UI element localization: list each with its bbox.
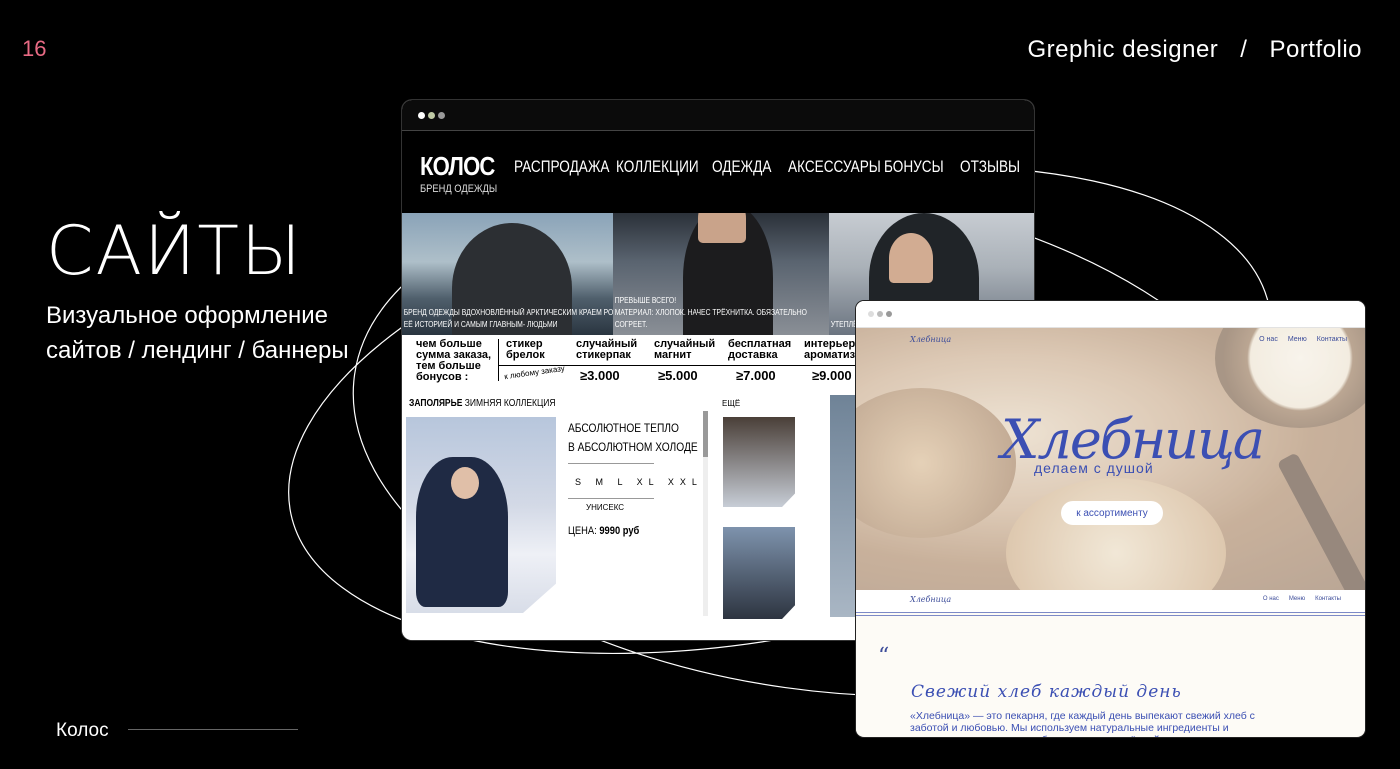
nav-item-menu[interactable]: Меню: [1289, 596, 1305, 602]
nav-item-contacts[interactable]: Контакты: [1317, 336, 1347, 343]
nav-item-contacts[interactable]: Контакты: [1315, 596, 1341, 602]
about-paragraph: «Хлебница» — это пекарня, где каждый ден…: [910, 710, 1255, 737]
header-breadcrumb: Grephic designer / Portfolio: [1028, 36, 1362, 64]
kolos-navbar: КОЛОС БРЕНД ОДЕЖДЫ РАСПРОДАЖА КОЛЛЕКЦИИ …: [402, 131, 1034, 213]
bonus-tier-value: ≥9.000: [812, 368, 852, 383]
hlebnitsa-logo-small[interactable]: Хлебница: [910, 595, 951, 604]
hlebnitsa-nav: О нас Меню Контакты: [1249, 336, 1347, 343]
about-heading: Свежий хлеб каждый день: [911, 682, 1182, 702]
more-label: ЕЩЁ: [722, 399, 741, 408]
footer-project-label: Колос: [56, 720, 109, 741]
subtitle-line-1: Визуальное оформление: [46, 302, 328, 329]
nav-item-collections[interactable]: КОЛЛЕКЦИИ: [616, 157, 699, 177]
hlebnitsa-about: “ Свежий хлеб каждый день «Хлебница» — э…: [856, 616, 1365, 737]
bonus-tier-label: случайный магнит: [654, 338, 716, 361]
scrollbar[interactable]: [703, 411, 708, 616]
bonus-tier-value: к любому заказу: [503, 363, 566, 382]
quote-icon: “: [878, 644, 890, 669]
product-thumbnail[interactable]: [723, 417, 795, 507]
bonus-tier-value: ≥5.000: [658, 368, 698, 383]
hlebnitsa-logo-small[interactable]: Хлебница: [910, 335, 951, 344]
browser-chrome: [402, 100, 1034, 131]
window-controls: [418, 112, 445, 119]
nav-item-sale[interactable]: РАСПРОДАЖА: [514, 157, 610, 177]
hero-caption: БРЕНД ОДЕЖДЫ ВДОХНОВЛЁННЫЙ АРКТИЧЕСКИМ К…: [403, 308, 613, 329]
nav-item-about[interactable]: О нас: [1259, 336, 1278, 343]
collection-heading: ЗАПОЛЯРЬЕ ЗИМНЯЯ КОЛЛЕКЦИЯ: [409, 398, 556, 409]
product-photo[interactable]: [406, 417, 556, 613]
window-dot-icon: [877, 311, 883, 317]
page-number: 16: [22, 36, 47, 61]
product-price: ЦЕНА: 9990 руб: [568, 525, 640, 537]
bonus-tier-value: ≥3.000: [580, 368, 620, 383]
nav-item-reviews[interactable]: ОТЗЫВЫ: [960, 157, 1020, 177]
window-dot-icon: [418, 112, 425, 119]
window-dot-icon: [886, 311, 892, 317]
page-subtitle: Визуальное оформление сайтов / лендинг /…: [46, 298, 349, 368]
hero-caption: ПРЕВЫШЕ ВСЕГО! МАТЕРИАЛ: ХЛОПОК. НАЧЕС Т…: [614, 296, 807, 329]
hlebnitsa-secondary-nav: Хлебница О нас Меню Контакты: [856, 590, 1365, 613]
window-dot-icon: [428, 112, 435, 119]
hlebnitsa-hero: Хлебница О нас Меню Контакты Хлебница дела…: [856, 328, 1365, 590]
hlebnitsa-tagline: делаем с душой: [1034, 460, 1154, 476]
nav-item-about[interactable]: О нас: [1263, 596, 1279, 602]
window-controls: [868, 311, 892, 317]
bonus-tier-label: стикер брелок: [506, 338, 545, 361]
kolos-logo-subtitle: БРЕНД ОДЕЖДЫ: [420, 183, 498, 195]
subtitle-line-2: сайтов / лендинг / баннеры: [46, 337, 349, 364]
unisex-label: УНИСЕКС: [586, 503, 625, 512]
size-selector[interactable]: S M L XL XXL: [575, 477, 703, 487]
header-separator: /: [1240, 36, 1248, 63]
product-description: АБСОЛЮТНОЕ ТЕПЛО В АБСОЛЮТНОМ ХОЛОДЕ: [568, 421, 698, 454]
browser-chrome: [856, 301, 1365, 328]
bonus-tier-value: ≥7.000: [736, 368, 776, 383]
bonus-intro: чем больше сумма заказа, тем больше бону…: [416, 338, 492, 383]
bonus-tier-label: случайный стикерпак: [576, 338, 638, 361]
nav-item-menu[interactable]: Меню: [1288, 336, 1307, 343]
window-dot-icon: [438, 112, 445, 119]
header-section: Portfolio: [1269, 36, 1362, 63]
nav-item-bonuses[interactable]: БОНУСЫ: [884, 157, 944, 177]
header-role: Grephic designer: [1027, 36, 1219, 63]
bonus-tier-label: интерьерн ароматиз: [804, 338, 862, 361]
kolos-logo[interactable]: КОЛОС: [420, 151, 495, 182]
nav-item-clothes[interactable]: ОДЕЖДА: [712, 157, 771, 177]
bonus-tier-label: бесплатная доставка: [728, 338, 792, 361]
window-dot-icon: [868, 311, 874, 317]
product-thumbnail[interactable]: [723, 527, 795, 619]
hero-photo-hood-sea: БРЕНД ОДЕЖДЫ ВДОХНОВЛЁННЫЙ АРКТИЧЕСКИМ К…: [402, 213, 613, 335]
footer-divider: [128, 729, 298, 730]
page-title: САЙТЫ: [46, 212, 303, 291]
nav-item-accessories[interactable]: АКСЕССУАРЫ: [788, 157, 881, 177]
hero-photo-coat: ПРЕВЫШЕ ВСЕГО! МАТЕРИАЛ: ХЛОПОК. НАЧЕС Т…: [613, 213, 829, 335]
to-assortment-button[interactable]: к ассортименту: [1061, 501, 1163, 525]
hlebnitsa-browser-window: Хлебница О нас Меню Контакты Хлебница дела…: [856, 301, 1365, 737]
